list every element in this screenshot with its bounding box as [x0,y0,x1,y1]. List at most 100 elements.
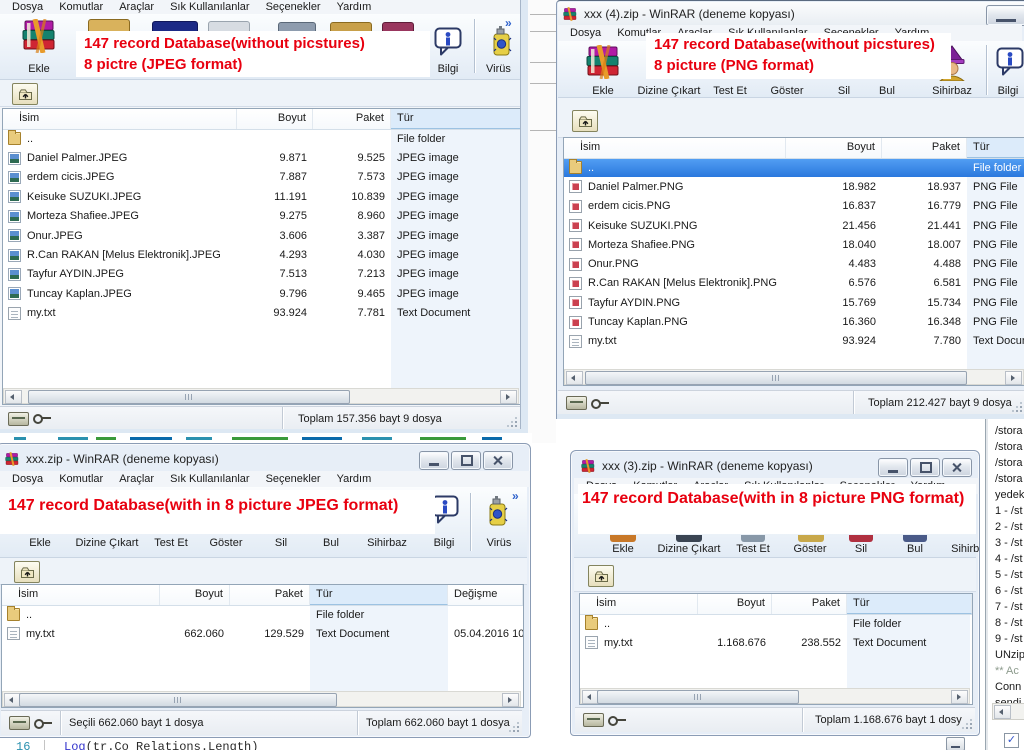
minimize-button[interactable] [986,5,1024,26]
add-button[interactable]: Ekle [576,43,630,97]
delete-button[interactable]: Sil [842,543,880,555]
extract-button[interactable]: Dizine Çıkart [68,537,146,549]
resize-grip[interactable] [961,718,973,730]
column-header-size[interactable]: Boyut [160,585,230,605]
up-one-level-button[interactable] [588,565,614,587]
minimize-button[interactable] [419,451,449,470]
log-panel-scrollbar[interactable] [992,703,1024,720]
delete-button[interactable]: Sil [262,537,300,549]
file-row[interactable]: .. File folder [2,605,523,624]
maximize-button[interactable] [451,451,481,470]
view-button[interactable]: Göster [198,537,254,549]
file-row[interactable]: Tuncay Kaplan.PNG 16.360 16.348 PNG File [564,312,1024,331]
find-button[interactable]: Bul [312,537,350,549]
column-header-name[interactable]: İsim [564,138,786,158]
column-header-type[interactable]: Tür [310,585,448,605]
find-button[interactable]: Bul [896,543,934,555]
column-header-packed[interactable]: Paket [313,109,391,129]
title-bar[interactable]: xxx.zip - WinRAR (deneme kopyası) [0,447,527,471]
column-header-size[interactable]: Boyut [698,594,772,614]
menu-item-araclar[interactable]: Araçlar [111,472,162,486]
horizontal-scrollbar[interactable] [2,691,521,707]
file-row-selected[interactable]: .. File folder [564,158,1024,178]
toolbar-overflow-chevron[interactable]: » [512,489,519,503]
resize-grip[interactable] [1011,401,1023,413]
close-button[interactable] [942,458,972,477]
up-one-level-button[interactable] [14,561,40,583]
file-row[interactable]: Morteza Shafiee.PNG 18.040 18.007 PNG Fi… [564,235,1024,254]
column-header-name[interactable]: İsim [2,585,160,605]
drive-icon[interactable] [583,713,604,727]
file-row[interactable]: Tayfur AYDIN.PNG 15.769 15.734 PNG File [564,293,1024,312]
up-one-level-button[interactable] [572,110,598,132]
key-icon[interactable] [33,413,53,424]
add-button[interactable]: Ekle [14,17,64,77]
menu-item-komutlar[interactable]: Komutlar [51,0,111,14]
file-row[interactable]: Keisuke SUZUKI.PNG 21.456 21.441 PNG Fil… [564,216,1024,235]
view-button[interactable]: Göster [782,543,838,555]
menu-item-secenekler[interactable]: Seçenekler [258,472,329,486]
menu-item-dosya[interactable]: Dosya [4,0,51,14]
view-button[interactable]: Göster [758,85,816,97]
drive-icon[interactable] [566,396,587,410]
menu-item-sik-kullanilanlar[interactable]: Sık Kullanılanlar [162,472,258,486]
scroll-right-arrow[interactable] [502,693,519,707]
close-button[interactable] [483,451,513,470]
minimize-button[interactable] [878,458,908,477]
column-header-name[interactable]: İsim [580,594,698,614]
column-header-packed[interactable]: Paket [230,585,310,605]
info-button[interactable]: Bilgi [428,17,468,77]
file-row[interactable]: my.txt 662.060 129.529 Text Document 05.… [2,624,523,643]
scrollbar-thumb[interactable] [28,390,350,404]
menu-item-yardim[interactable]: Yardım [329,0,380,14]
wizard-button[interactable]: Sihirbaz [358,537,416,549]
extract-button[interactable]: Dizine Çıkart [630,85,708,97]
resize-grip[interactable] [506,416,518,428]
find-button[interactable]: Bul [868,85,906,97]
column-header-type[interactable]: Tür [967,138,1024,158]
file-row[interactable]: Onur.JPEG 3.606 3.387 JPEG image [3,226,521,245]
resize-grip[interactable] [508,721,520,733]
test-button[interactable]: Test Et [730,543,776,555]
file-row[interactable]: my.txt 1.168.676 238.552 Text Document [580,633,972,652]
scroll-left-arrow[interactable] [566,371,583,385]
column-header-type[interactable]: Tür [847,594,972,614]
scrollbar-thumb[interactable] [597,690,799,704]
key-icon[interactable] [591,398,611,409]
background-minimize-box[interactable] [946,737,965,750]
toolbar-overflow-chevron[interactable]: » [505,16,512,30]
file-row[interactable]: Keisuke SUZUKI.JPEG 11.191 10.839 JPEG i… [3,187,521,206]
column-header-packed[interactable]: Paket [882,138,967,158]
file-row[interactable]: erdem cicis.JPEG 7.887 7.573 JPEG image [3,168,521,187]
delete-button[interactable]: Sil [824,85,864,97]
scroll-right-arrow[interactable] [951,690,968,704]
add-button[interactable]: Ekle [18,537,62,549]
column-header-modified[interactable]: Değişme [448,585,523,605]
menu-item-secenekler[interactable]: Seçenekler [258,0,329,14]
drive-icon[interactable] [9,716,30,730]
column-header-type[interactable]: Tür [391,109,521,129]
file-row[interactable]: Morteza Shafiee.JPEG 9.275 8.960 JPEG im… [3,207,521,226]
file-row[interactable]: Tuncay Kaplan.JPEG 9.796 9.465 JPEG imag… [3,284,521,303]
scrollbar-thumb[interactable] [585,371,967,385]
column-header-name[interactable]: İsim [3,109,237,129]
horizontal-scrollbar[interactable] [564,369,1024,385]
test-button[interactable]: Test Et [708,85,752,97]
file-row[interactable]: erdem cicis.PNG 16.837 16.779 PNG File [564,197,1024,216]
file-row[interactable]: Daniel Palmer.JPEG 9.871 9.525 JPEG imag… [3,148,521,167]
add-button[interactable]: Ekle [601,543,645,555]
scrollbar-thumb[interactable] [19,693,337,707]
title-bar[interactable]: xxx (4).zip - WinRAR (deneme kopyası) [558,2,1024,26]
maximize-button[interactable] [910,458,940,477]
horizontal-scrollbar[interactable] [580,688,970,704]
file-row[interactable]: .. File folder [3,129,521,148]
menu-item-komutlar[interactable]: Komutlar [51,472,111,486]
menu-item-dosya[interactable]: Dosya [562,26,609,40]
scroll-left-arrow[interactable] [5,390,22,404]
file-row[interactable]: R.Can RAKAN [Melus Elektronik].JPEG 4.29… [3,245,521,264]
file-row[interactable]: .. File folder [580,614,972,633]
filter-checkbox[interactable]: ✓ [1004,733,1019,748]
extract-button[interactable]: Dizine Çıkart [650,543,728,555]
menu-item-dosya[interactable]: Dosya [4,472,51,486]
menu-item-araclar[interactable]: Araçlar [111,0,162,14]
